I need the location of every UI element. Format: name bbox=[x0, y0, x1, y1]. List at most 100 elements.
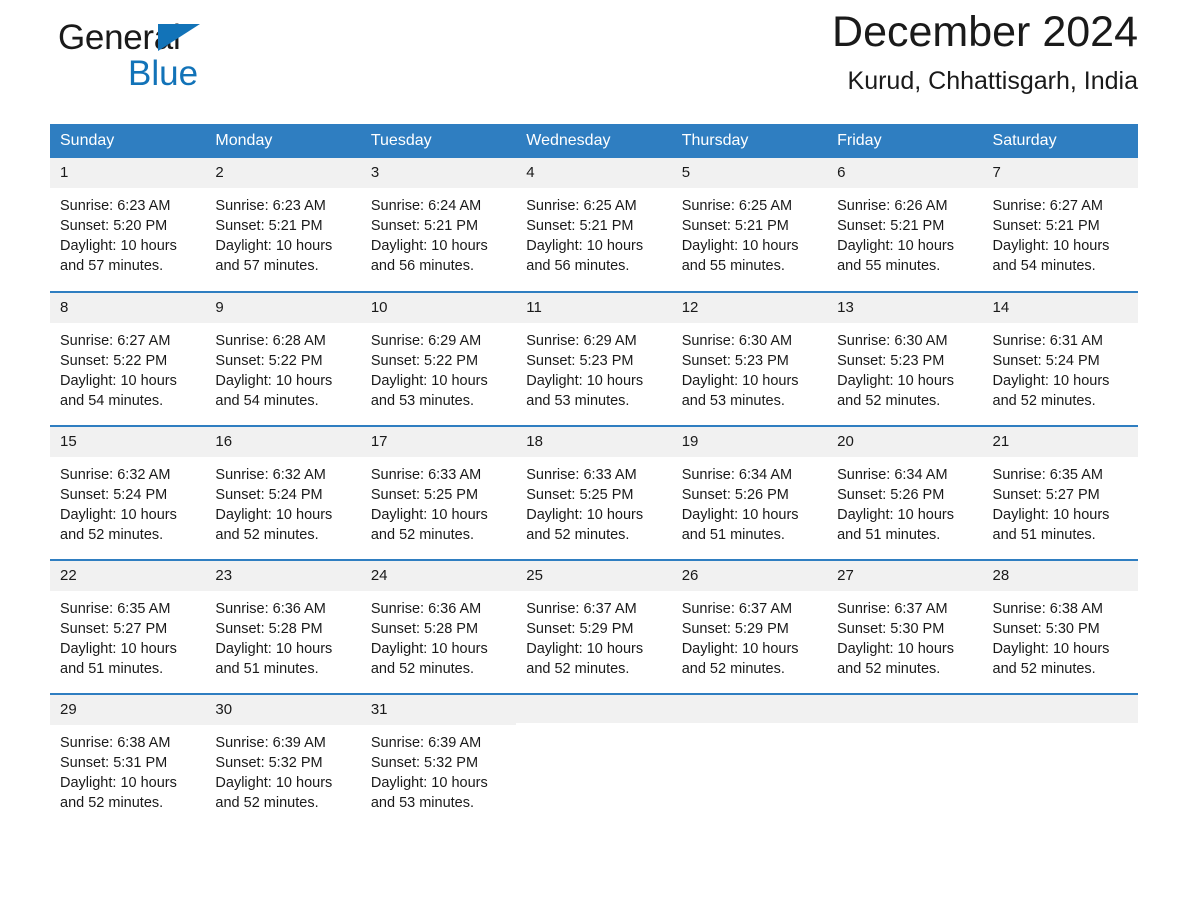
daylight-text-line2: and 52 minutes. bbox=[370, 661, 475, 677]
day-cell[interactable]: 11 Sunrise: 6:29 AM Sunset: 5:23 PM Dayl… bbox=[516, 291, 672, 426]
sunrise-text: Sunrise: 6:34 AM bbox=[681, 467, 793, 483]
sunrise-text: Sunrise: 6:27 AM bbox=[992, 198, 1103, 214]
daylight-text-line1: Daylight: 10 hours bbox=[681, 507, 799, 523]
triangle-icon bbox=[158, 24, 200, 51]
day-cell[interactable]: 13 Sunrise: 6:30 AM Sunset: 5:23 PM Dayl… bbox=[827, 291, 983, 426]
sunrise-text: Sunrise: 6:38 AM bbox=[992, 601, 1103, 617]
sunset-text: Sunset: 5:22 PM bbox=[215, 353, 323, 369]
day-number: 6 bbox=[827, 158, 983, 188]
day-cell[interactable]: 6 Sunrise: 6:26 AM Sunset: 5:21 PM Dayli… bbox=[827, 158, 983, 292]
daylight-text-line2: and 52 minutes. bbox=[215, 795, 319, 811]
daylight-text-line1: Daylight: 10 hours bbox=[60, 373, 177, 389]
weekday-header-sunday: Sunday bbox=[50, 124, 206, 158]
daylight-text-line1: Daylight: 10 hours bbox=[992, 507, 1110, 523]
day-cell[interactable]: 8 Sunrise: 6:27 AM Sunset: 5:22 PM Dayli… bbox=[50, 291, 206, 426]
day-cell[interactable]: 23 Sunrise: 6:36 AM Sunset: 5:28 PM Dayl… bbox=[205, 559, 361, 694]
daylight-text-line2: and 54 minutes. bbox=[215, 393, 319, 409]
sunrise-text: Sunrise: 6:30 AM bbox=[837, 333, 948, 349]
day-cell[interactable]: 14 Sunrise: 6:31 AM Sunset: 5:24 PM Dayl… bbox=[982, 291, 1138, 426]
day-number: 21 bbox=[982, 427, 1138, 457]
daylight-text-line2: and 52 minutes. bbox=[526, 527, 630, 543]
sunrise-text: Sunrise: 6:33 AM bbox=[370, 467, 482, 483]
day-cell[interactable]: 15 Sunrise: 6:32 AM Sunset: 5:24 PM Dayl… bbox=[50, 425, 206, 560]
day-details: Sunrise: 6:27 AM Sunset: 5:21 PM Dayligh… bbox=[983, 188, 1138, 280]
day-number: 12 bbox=[671, 293, 828, 323]
daylight-text-line1: Daylight: 10 hours bbox=[60, 238, 177, 254]
daylight-text-line1: Daylight: 10 hours bbox=[215, 373, 333, 389]
day-cell[interactable]: 10 Sunrise: 6:29 AM Sunset: 5:22 PM Dayl… bbox=[360, 291, 517, 426]
sunrise-text: Sunrise: 6:39 AM bbox=[370, 735, 482, 751]
daylight-text-line2: and 51 minutes. bbox=[60, 661, 164, 677]
sunset-text: Sunset: 5:24 PM bbox=[215, 487, 323, 503]
day-cell[interactable]: 22 Sunrise: 6:35 AM Sunset: 5:27 PM Dayl… bbox=[50, 559, 206, 694]
day-cell[interactable]: 25 Sunrise: 6:37 AM Sunset: 5:29 PM Dayl… bbox=[516, 559, 672, 694]
day-details: Sunrise: 6:39 AM Sunset: 5:32 PM Dayligh… bbox=[361, 725, 516, 817]
sunrise-text: Sunrise: 6:31 AM bbox=[992, 333, 1103, 349]
day-cell[interactable]: 12 Sunrise: 6:30 AM Sunset: 5:23 PM Dayl… bbox=[671, 291, 828, 426]
sunset-text: Sunset: 5:32 PM bbox=[370, 755, 479, 771]
sunset-text: Sunset: 5:20 PM bbox=[60, 218, 168, 234]
day-details: Sunrise: 6:30 AM Sunset: 5:23 PM Dayligh… bbox=[672, 323, 827, 415]
daylight-text-line1: Daylight: 10 hours bbox=[526, 641, 644, 657]
day-cell[interactable]: 27 Sunrise: 6:37 AM Sunset: 5:30 PM Dayl… bbox=[827, 559, 983, 694]
daylight-text-line1: Daylight: 10 hours bbox=[681, 373, 799, 389]
day-cell[interactable]: 2 Sunrise: 6:23 AM Sunset: 5:21 PM Dayli… bbox=[205, 158, 361, 292]
day-details: Sunrise: 6:24 AM Sunset: 5:21 PM Dayligh… bbox=[361, 188, 516, 280]
sunset-text: Sunset: 5:21 PM bbox=[370, 218, 479, 234]
sunset-text: Sunset: 5:24 PM bbox=[992, 353, 1100, 369]
day-number: 3 bbox=[360, 158, 517, 188]
daylight-text-line1: Daylight: 10 hours bbox=[837, 507, 954, 523]
daylight-text-line1: Daylight: 10 hours bbox=[60, 507, 177, 523]
day-cell[interactable]: 18 Sunrise: 6:33 AM Sunset: 5:25 PM Dayl… bbox=[516, 425, 672, 560]
daylight-text-line1: Daylight: 10 hours bbox=[992, 373, 1110, 389]
day-number: 23 bbox=[205, 561, 361, 591]
sunrise-text: Sunrise: 6:37 AM bbox=[837, 601, 948, 617]
day-details: Sunrise: 6:32 AM Sunset: 5:24 PM Dayligh… bbox=[205, 457, 360, 549]
sunset-text: Sunset: 5:30 PM bbox=[837, 621, 945, 637]
sunset-text: Sunset: 5:23 PM bbox=[837, 353, 945, 369]
daylight-text-line2: and 54 minutes. bbox=[60, 393, 164, 409]
day-cell[interactable]: 4 Sunrise: 6:25 AM Sunset: 5:21 PM Dayli… bbox=[516, 158, 672, 292]
day-cell[interactable]: 5 Sunrise: 6:25 AM Sunset: 5:21 PM Dayli… bbox=[671, 158, 828, 292]
day-cell-empty bbox=[827, 693, 983, 828]
daylight-text-line1: Daylight: 10 hours bbox=[681, 238, 799, 254]
day-cell[interactable]: 28 Sunrise: 6:38 AM Sunset: 5:30 PM Dayl… bbox=[982, 559, 1138, 694]
day-details: Sunrise: 6:23 AM Sunset: 5:21 PM Dayligh… bbox=[205, 188, 360, 280]
sunrise-text: Sunrise: 6:23 AM bbox=[60, 198, 171, 214]
daylight-text-line2: and 52 minutes. bbox=[526, 661, 630, 677]
day-number: 25 bbox=[516, 561, 672, 591]
day-cell[interactable]: 30 Sunrise: 6:39 AM Sunset: 5:32 PM Dayl… bbox=[205, 693, 361, 828]
day-cell-empty bbox=[516, 693, 672, 828]
day-cell[interactable]: 7 Sunrise: 6:27 AM Sunset: 5:21 PM Dayli… bbox=[982, 158, 1138, 292]
day-cell[interactable]: 29 Sunrise: 6:38 AM Sunset: 5:31 PM Dayl… bbox=[50, 693, 206, 828]
day-cell[interactable]: 26 Sunrise: 6:37 AM Sunset: 5:29 PM Dayl… bbox=[671, 559, 828, 694]
page-title: December 2024 bbox=[832, 8, 1138, 56]
day-number: 20 bbox=[827, 427, 983, 457]
daylight-text-line2: and 54 minutes. bbox=[992, 258, 1096, 274]
daylight-text-line1: Daylight: 10 hours bbox=[837, 373, 954, 389]
daylight-text-line1: Daylight: 10 hours bbox=[215, 641, 333, 657]
day-cell[interactable]: 24 Sunrise: 6:36 AM Sunset: 5:28 PM Dayl… bbox=[360, 559, 517, 694]
day-cell[interactable]: 31 Sunrise: 6:39 AM Sunset: 5:32 PM Dayl… bbox=[360, 693, 517, 828]
daylight-text-line2: and 52 minutes. bbox=[60, 527, 164, 543]
day-number: 13 bbox=[827, 293, 983, 323]
day-cell[interactable]: 19 Sunrise: 6:34 AM Sunset: 5:26 PM Dayl… bbox=[671, 425, 828, 560]
sunset-text: Sunset: 5:30 PM bbox=[992, 621, 1100, 637]
sunrise-text: Sunrise: 6:28 AM bbox=[215, 333, 326, 349]
day-number: 7 bbox=[982, 158, 1138, 188]
day-cell[interactable]: 17 Sunrise: 6:33 AM Sunset: 5:25 PM Dayl… bbox=[360, 425, 517, 560]
day-cell[interactable]: 16 Sunrise: 6:32 AM Sunset: 5:24 PM Dayl… bbox=[205, 425, 361, 560]
day-cell[interactable]: 21 Sunrise: 6:35 AM Sunset: 5:27 PM Dayl… bbox=[982, 425, 1138, 560]
sunrise-text: Sunrise: 6:37 AM bbox=[526, 601, 637, 617]
sunset-text: Sunset: 5:22 PM bbox=[370, 353, 479, 369]
daylight-text-line2: and 52 minutes. bbox=[60, 795, 164, 811]
day-details: Sunrise: 6:29 AM Sunset: 5:22 PM Dayligh… bbox=[361, 323, 516, 415]
daylight-text-line2: and 52 minutes. bbox=[681, 661, 785, 677]
sunrise-text: Sunrise: 6:25 AM bbox=[681, 198, 793, 214]
day-cell[interactable]: 9 Sunrise: 6:28 AM Sunset: 5:22 PM Dayli… bbox=[205, 291, 361, 426]
weekday-header-friday: Friday bbox=[827, 124, 983, 158]
day-cell[interactable]: 1 Sunrise: 6:23 AM Sunset: 5:20 PM Dayli… bbox=[50, 158, 206, 292]
day-cell[interactable]: 20 Sunrise: 6:34 AM Sunset: 5:26 PM Dayl… bbox=[827, 425, 983, 560]
day-cell[interactable]: 3 Sunrise: 6:24 AM Sunset: 5:21 PM Dayli… bbox=[360, 158, 517, 292]
day-number: 11 bbox=[516, 293, 672, 323]
